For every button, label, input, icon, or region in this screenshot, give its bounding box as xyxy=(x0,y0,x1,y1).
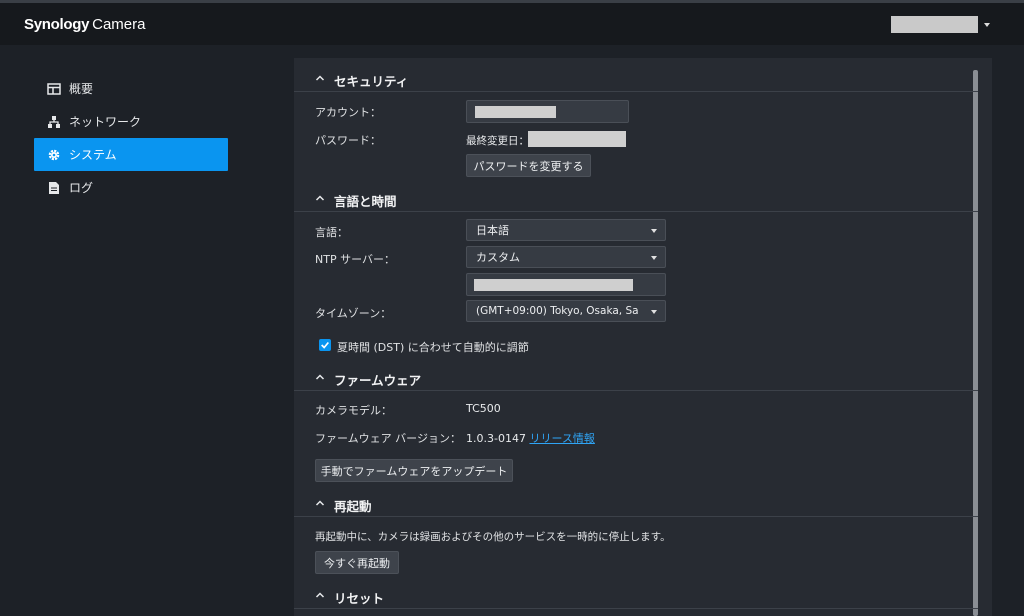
overview-icon xyxy=(47,82,61,96)
chevron-up-icon xyxy=(315,592,325,598)
ntp-label: NTP サーバー： xyxy=(315,253,395,266)
redacted-account xyxy=(475,106,556,118)
chevron-up-icon xyxy=(315,374,325,380)
section-title: ファームウェア xyxy=(334,373,422,388)
password-label: パスワード： xyxy=(315,134,381,147)
network-icon xyxy=(47,115,61,129)
chevron-down-icon xyxy=(651,229,657,233)
sidebar-item-label: 概要 xyxy=(69,82,94,96)
section-title: 言語と時間 xyxy=(334,194,397,209)
chevron-down-icon[interactable] xyxy=(984,23,990,27)
last-changed-label: 最終変更日： xyxy=(466,135,529,147)
ntp-value: カスタム xyxy=(476,251,520,264)
sidebar-item-system[interactable]: システム xyxy=(34,138,228,171)
app-logo: Synology Camera xyxy=(24,15,145,33)
brand-name: Synology xyxy=(24,16,90,33)
language-select[interactable]: 日本語 xyxy=(466,219,666,241)
version-number: 1.0.3-0147 xyxy=(466,432,526,445)
chevron-down-icon xyxy=(651,256,657,260)
ntp-server-field[interactable] xyxy=(466,273,666,296)
brand-product: Camera xyxy=(92,16,146,33)
sidebar-item-overview[interactable]: 概要 xyxy=(34,72,228,105)
sidebar-item-label: ネットワーク xyxy=(69,115,142,129)
change-password-button[interactable]: パスワードを変更する xyxy=(466,154,591,177)
section-reset-header[interactable]: リセット xyxy=(294,585,978,609)
timezone-label: タイムゾーン： xyxy=(315,307,392,320)
reboot-now-button[interactable]: 今すぐ再起動 xyxy=(315,551,399,574)
chevron-down-icon xyxy=(651,310,657,314)
dst-checkbox[interactable] xyxy=(319,339,331,351)
sidebar-item-log[interactable]: ログ xyxy=(34,171,228,204)
account-label: アカウント： xyxy=(315,106,381,119)
firmware-version-value: 1.0.3-0147 リリース情報 xyxy=(466,430,595,446)
timezone-value: (GMT+09:00) Tokyo, Osaka, Sa xyxy=(476,305,639,317)
section-title: セキュリティ xyxy=(334,74,409,89)
reboot-description: 再起動中に、カメラは録画およびその他のサービスを一時的に停止します。 xyxy=(315,531,671,543)
dst-label[interactable]: 夏時間 (DST) に合わせて自動的に調節 xyxy=(337,339,529,355)
gear-icon xyxy=(47,148,61,162)
language-value: 日本語 xyxy=(476,224,509,237)
release-notes-link[interactable]: リリース情報 xyxy=(529,432,594,445)
user-menu-button[interactable] xyxy=(891,16,978,33)
manual-firmware-update-button[interactable]: 手動でファームウェアをアップデート xyxy=(315,459,513,482)
section-firmware-header[interactable]: ファームウェア xyxy=(294,367,978,391)
sidebar-item-label: システム xyxy=(69,148,117,162)
section-title: 再起動 xyxy=(334,499,372,514)
sidebar-item-network[interactable]: ネットワーク xyxy=(34,105,228,138)
top-bar: Synology Camera xyxy=(0,3,1024,45)
log-icon xyxy=(47,181,61,195)
chevron-up-icon xyxy=(315,75,325,81)
chevron-up-icon xyxy=(315,195,325,201)
section-language-time-header[interactable]: 言語と時間 xyxy=(294,188,978,212)
sidebar-item-label: ログ xyxy=(69,181,94,195)
firmware-version-label: ファームウェア バージョン： xyxy=(315,432,461,445)
account-field[interactable] xyxy=(466,100,629,123)
ntp-select[interactable]: カスタム xyxy=(466,246,666,268)
section-title: リセット xyxy=(334,591,385,606)
language-label: 言語： xyxy=(315,226,348,239)
scrollbar[interactable] xyxy=(973,70,978,616)
camera-model-label: カメラモデル： xyxy=(315,404,392,417)
redacted-date xyxy=(528,131,626,147)
section-security-header[interactable]: セキュリティ xyxy=(294,68,978,92)
camera-model-value: TC500 xyxy=(466,402,501,415)
timezone-select[interactable]: (GMT+09:00) Tokyo, Osaka, Sa xyxy=(466,300,666,322)
chevron-up-icon xyxy=(315,500,325,506)
redacted-ntp-server xyxy=(474,279,633,291)
checkmark-icon xyxy=(321,341,329,349)
section-reboot-header[interactable]: 再起動 xyxy=(294,493,978,517)
sidebar: 概要 ネットワーク システム ログ xyxy=(34,72,228,204)
